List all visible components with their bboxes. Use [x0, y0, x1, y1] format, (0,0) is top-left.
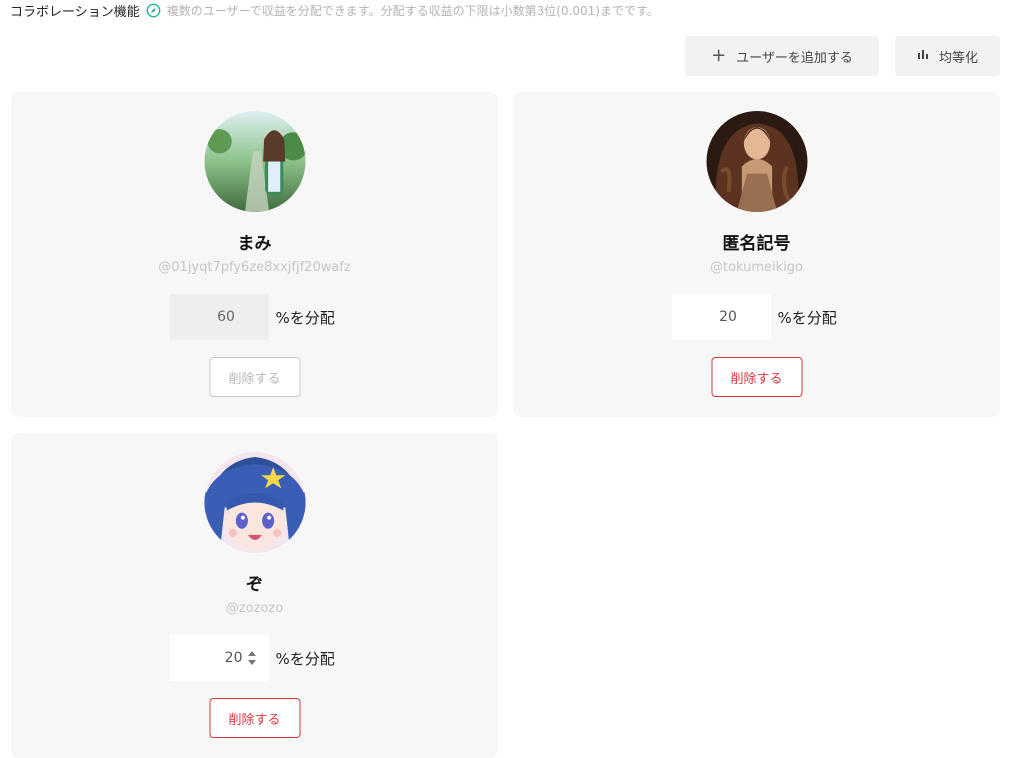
- user-handle: @01jyqt7pfy6ze8xxjfjf20wafz: [158, 260, 351, 275]
- delete-button[interactable]: 削除する: [209, 698, 300, 738]
- user-card: まみ @01jyqt7pfy6ze8xxjfjf20wafz %を分配 削除する: [11, 92, 498, 417]
- avatar: [204, 111, 305, 212]
- percent-row: %を分配: [11, 294, 498, 340]
- avatar: [706, 111, 807, 212]
- spinner-icon[interactable]: [247, 649, 257, 667]
- user-name: まみ: [237, 234, 272, 254]
- user-name: 匿名記号: [722, 234, 791, 254]
- add-user-button[interactable]: + ユーザーを追加する: [685, 36, 879, 76]
- avatar: [204, 452, 305, 553]
- percent-wrap: [169, 635, 269, 681]
- user-card: 匿名記号 @tokumeikigo %を分配 削除する: [513, 92, 1000, 417]
- user-handle: @zozozo: [225, 601, 284, 616]
- delete-button: 削除する: [209, 357, 300, 397]
- delete-button[interactable]: 削除する: [711, 357, 802, 397]
- section-title: コラボレーション機能: [10, 4, 140, 20]
- plus-icon: +: [711, 45, 727, 66]
- add-user-label: ユーザーを追加する: [736, 50, 853, 66]
- user-card: ぞ @zozozo %を分配 削除する: [11, 433, 498, 758]
- user-name: ぞ: [246, 575, 263, 595]
- bar-chart-icon: [917, 48, 929, 64]
- section-description: 複数のユーザーで収益を分配できます。分配する収益の下限は小数第3位(0.001)…: [166, 3, 659, 18]
- toolbar: + ユーザーを追加する 均等化: [685, 36, 1000, 76]
- collab-header: コラボレーション機能 複数のユーザーで収益を分配できます。分配する収益の下限は小…: [10, 0, 659, 20]
- percent-input: [169, 294, 269, 340]
- percent-wrap: [169, 294, 269, 340]
- percent-label: %を分配: [275, 649, 335, 668]
- user-handle: @tokumeikigo: [709, 260, 804, 275]
- equalize-button[interactable]: 均等化: [895, 36, 1000, 76]
- percent-label: %を分配: [777, 308, 837, 327]
- percent-row: %を分配: [11, 635, 498, 681]
- percent-input[interactable]: [671, 294, 771, 340]
- percent-row: %を分配: [513, 294, 1000, 340]
- equalize-label: 均等化: [938, 50, 978, 66]
- percent-label: %を分配: [275, 308, 335, 327]
- percent-wrap: [671, 294, 771, 340]
- compass-icon[interactable]: [146, 3, 161, 18]
